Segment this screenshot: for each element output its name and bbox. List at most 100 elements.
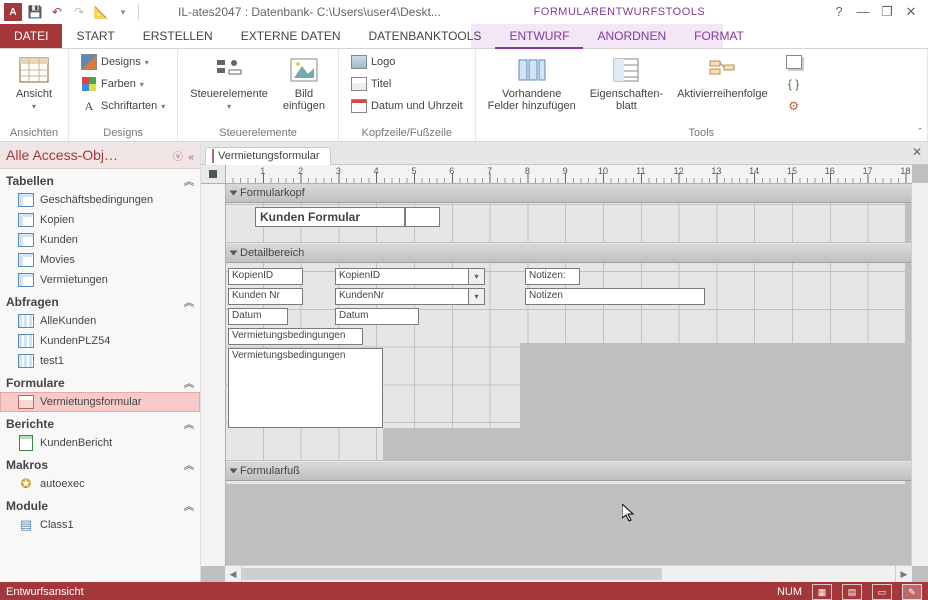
section-bar-formularkopf[interactable]: Formularkopf [225, 183, 912, 203]
combo-kopienid[interactable]: KopienID ▾ [335, 268, 485, 285]
horizontal-scrollbar[interactable]: ◀ ▶ [225, 565, 912, 582]
nav-item-query[interactable]: AlleKunden [0, 311, 200, 331]
layout-view-button[interactable]: ▭ [872, 584, 892, 600]
section-body-formularfuss[interactable] [225, 481, 912, 566]
document-tab[interactable]: Vermietungsformular [205, 147, 331, 165]
ruler-origin-selector[interactable] [201, 165, 226, 184]
scroll-track[interactable] [242, 566, 895, 582]
nav-item-table[interactable]: Geschäftsbedingungen [0, 190, 200, 210]
subform-new-window-button[interactable] [782, 52, 806, 72]
section-bar-formularfuss[interactable]: Formularfuß [225, 461, 912, 481]
titel-button[interactable]: Titel [347, 74, 467, 94]
section-bar-detailbereich[interactable]: Detailbereich [225, 243, 912, 263]
form-view-button[interactable]: ▦ [812, 584, 832, 600]
combo-kundennr[interactable]: KundenNr ▾ [335, 288, 485, 305]
tab-datei[interactable]: DATEI [0, 24, 62, 48]
collapse-section-icon[interactable]: ︽ [184, 416, 194, 431]
nav-section-module[interactable]: Module︽ [0, 494, 200, 515]
form-icon [212, 150, 214, 162]
save-icon[interactable]: 💾 [26, 3, 44, 21]
tab-entwurf[interactable]: ENTWURF [495, 24, 583, 49]
collapse-section-icon[interactable]: ︽ [184, 173, 194, 188]
nav-item-report[interactable]: KundenBericht [0, 433, 200, 453]
collapse-section-icon[interactable]: ︽ [184, 375, 194, 390]
minimize-icon[interactable]: — [856, 4, 870, 20]
nav-item-module[interactable]: ▤Class1 [0, 515, 200, 535]
tools-group-label: Tools [484, 127, 919, 141]
close-document-icon[interactable]: ✕ [912, 145, 922, 159]
textbox-datum[interactable]: Datum [335, 308, 419, 325]
ansicht-button[interactable]: Ansicht ▾ [8, 52, 60, 113]
chevron-down-icon: ▾ [227, 102, 231, 111]
collapse-ribbon-icon[interactable]: ˆ [918, 127, 922, 139]
label-kundennr[interactable]: Kunden Nr [228, 288, 303, 305]
help-icon[interactable]: ? [832, 4, 846, 20]
bild-einfuegen-button[interactable]: Bild einfügen [278, 52, 330, 114]
scroll-thumb[interactable] [242, 568, 662, 580]
nav-item-table[interactable]: Kunden [0, 230, 200, 250]
view-code-button[interactable]: { } [782, 74, 806, 94]
nav-section-berichte[interactable]: Berichte︽ [0, 412, 200, 433]
section-body-detailbereich[interactable]: KopienID KopienID ▾ Notizen: Kunden Nr K… [225, 263, 912, 461]
nav-section-formulare[interactable]: Formulare︽ [0, 371, 200, 392]
nav-item-macro[interactable]: ✪autoexec [0, 474, 200, 494]
convert-macros-button[interactable]: ⚙ [782, 96, 806, 116]
label-notizen[interactable]: Notizen: [525, 268, 580, 285]
designs-button[interactable]: Designs ▾ [77, 52, 169, 72]
label-datum[interactable]: Datum [228, 308, 288, 325]
design-canvas[interactable]: 12 34 56 78 910 1112 1314 1516 1718 Form… [201, 165, 928, 582]
datum-uhrzeit-button[interactable]: Datum und Uhrzeit [347, 96, 467, 116]
section-expand-icon [230, 251, 238, 256]
design-view-button[interactable]: ✎ [902, 584, 922, 600]
steuerelemente-gallery[interactable]: Steuerelemente ▾ [186, 52, 272, 113]
table-icon [18, 253, 34, 267]
textbox-notizen[interactable]: Notizen [525, 288, 705, 305]
tab-datenbanktools[interactable]: DATENBANKTOOLS [355, 24, 496, 48]
nav-section-tabellen[interactable]: Tabellen︽ [0, 169, 200, 190]
redo-icon[interactable]: ↷ [70, 3, 88, 21]
nav-item-query[interactable]: KundenPLZ54 [0, 331, 200, 351]
restore-icon[interactable]: ❐ [880, 4, 894, 20]
logo-button[interactable]: Logo [347, 52, 467, 72]
nav-item-table[interactable]: Vermietungen [0, 270, 200, 290]
datasheet-view-button[interactable]: ▤ [842, 584, 862, 600]
navpane-dropdown-icon[interactable]: ⓥ « [173, 148, 194, 163]
nav-item-form-selected[interactable]: Vermietungsformular [0, 392, 200, 412]
navpane-header[interactable]: Alle Access-Obj… ⓥ « [0, 142, 200, 169]
vertical-scrollbar[interactable] [911, 183, 928, 566]
collapse-section-icon[interactable]: ︽ [184, 457, 194, 472]
collapse-section-icon[interactable]: ︽ [184, 498, 194, 513]
tab-erstellen[interactable]: ERSTELLEN [129, 24, 227, 48]
nav-section-makros[interactable]: Makros︽ [0, 453, 200, 474]
tab-start[interactable]: START [62, 24, 128, 48]
undo-icon[interactable]: ↶ [48, 3, 66, 21]
label-vermietungsbedingungen[interactable]: Vermietungsbedingungen [228, 328, 363, 345]
chevron-down-icon[interactable]: ▾ [468, 269, 484, 284]
nav-item-query[interactable]: test1 [0, 351, 200, 371]
schriftarten-button[interactable]: A Schriftarten ▾ [77, 96, 169, 116]
collapse-section-icon[interactable]: ︽ [184, 294, 194, 309]
scroll-right-icon[interactable]: ▶ [895, 566, 912, 582]
nav-item-table[interactable]: Kopien [0, 210, 200, 230]
scroll-left-icon[interactable]: ◀ [225, 566, 242, 582]
close-icon[interactable]: ✕ [904, 4, 918, 20]
tab-externe-daten[interactable]: EXTERNE DATEN [227, 24, 355, 48]
tab-anordnen[interactable]: ANORDNEN [583, 24, 680, 48]
farben-button[interactable]: Farben ▾ [77, 74, 169, 94]
empty-label-control[interactable] [405, 207, 440, 227]
nav-item-table[interactable]: Movies [0, 250, 200, 270]
chevron-down-icon[interactable]: ▾ [468, 289, 484, 304]
vorhandene-felder-button[interactable]: Vorhandene Felder hinzufügen [484, 52, 580, 114]
form-title-control[interactable]: Kunden Formular [255, 207, 405, 227]
section-expand-icon [230, 469, 238, 474]
nav-section-abfragen[interactable]: Abfragen︽ [0, 290, 200, 311]
label-kopienid[interactable]: KopienID [228, 268, 303, 285]
eigenschaftenblatt-button[interactable]: Eigenschaften- blatt [586, 52, 667, 114]
section-body-formularkopf[interactable]: Kunden Formular [225, 203, 912, 243]
aktivierreihenfolge-button[interactable]: Aktivierreihenfolge [673, 52, 772, 102]
qat-customize-icon[interactable]: ▾ [114, 3, 132, 21]
textbox-vermietungsbedingungen[interactable]: Vermietungsbedingungen [228, 348, 383, 428]
tab-format[interactable]: FORMAT [680, 24, 758, 48]
access-app-icon[interactable]: A [4, 3, 22, 21]
ruler-icon[interactable]: 📐 [92, 3, 110, 21]
